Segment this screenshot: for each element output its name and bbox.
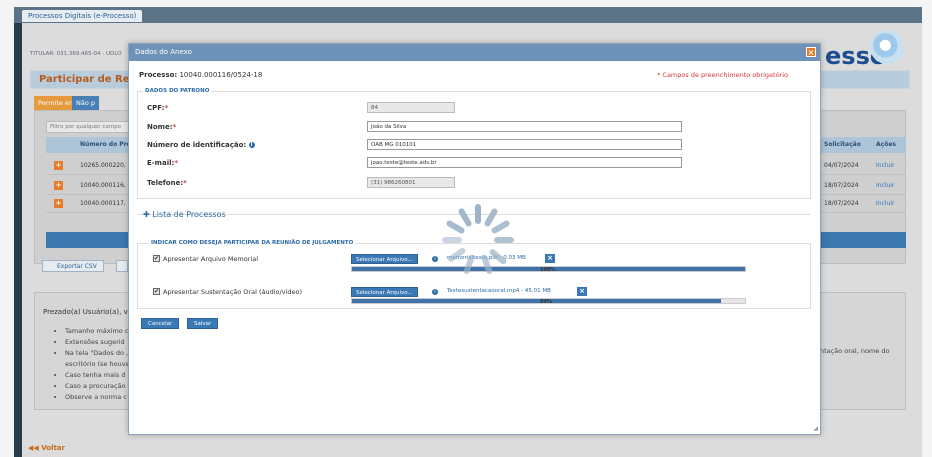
processo-label: Processo:	[139, 71, 178, 79]
list-item: Extensões sugerid	[65, 337, 130, 348]
telefone-label: Telefone:*	[147, 179, 187, 187]
tab-nao-permite[interactable]: Não p	[72, 96, 100, 110]
row-incluir-link[interactable]: Incluir	[876, 182, 894, 189]
row-number: 10040.000116,	[80, 182, 126, 189]
instructions-list: Tamanho máximo c Extensões sugerid Na te…	[65, 326, 130, 403]
cancel-button[interactable]: Cancelar	[141, 318, 180, 329]
instructions-side-text: ntação oral, nome do	[820, 347, 890, 355]
sustentacao-progress-fill	[352, 299, 722, 303]
cpf-field[interactable]: 84	[367, 102, 455, 113]
memorial-label: Apresentar Arquivo Memorial	[163, 255, 259, 263]
close-icon[interactable]: ×	[806, 47, 816, 57]
info-icon[interactable]: i	[248, 142, 255, 148]
select-memorial-button[interactable]: Selecionar Arquivo...	[351, 254, 418, 264]
processo-value: 10040.000116/0524-18	[179, 71, 263, 79]
expand-plus-icon[interactable]: +	[54, 181, 63, 190]
list-item: Caso a procuração	[65, 381, 130, 392]
email-field[interactable]: joao.teste@teste.adv.br	[367, 157, 682, 168]
delete-memorial-icon[interactable]: ×	[545, 254, 555, 263]
cpf-label: CPF:*	[147, 104, 169, 112]
expand-plus-icon[interactable]: +	[54, 199, 63, 208]
row-number: 10265.000220,	[80, 162, 126, 169]
header-numero: Número do Pro	[80, 141, 131, 148]
dialog-titlebar[interactable]: Dados do Anexo ×	[129, 44, 820, 61]
list-item: escritório (se houve	[65, 360, 130, 368]
lista-processos-label: Lista de Processos	[152, 210, 226, 219]
nome-field[interactable]: João da Silva	[367, 121, 682, 132]
memorial-checkbox[interactable]: ✔	[153, 255, 160, 262]
row-number: 10040.000117,	[80, 200, 126, 207]
voltar-link[interactable]: ◀◀ Voltar	[28, 444, 65, 452]
header-acoes: Ações	[876, 141, 896, 148]
email-label: E-mail:*	[147, 159, 178, 167]
sustentacao-checkbox[interactable]: ✔	[153, 288, 160, 295]
list-item: Observe a norma c	[65, 392, 130, 403]
info-icon[interactable]: i	[432, 289, 438, 295]
select-sustentacao-button[interactable]: Selecionar Arquivo...	[351, 287, 418, 297]
num-id-field[interactable]: OAB MG 010101	[367, 139, 682, 150]
row-date: 04/07/2024	[824, 162, 859, 169]
sustentacao-label: Apresentar Sustentação Oral (áudio/vídeo…	[163, 288, 302, 296]
browser-tab[interactable]: Processos Digitais (e-Processo)	[22, 10, 143, 22]
row-date: 18/07/2024	[824, 182, 859, 189]
instructions-greeting: Prezado(a) Usuário(a), vo	[43, 308, 133, 316]
sustentacao-file-name: Testesustentacaooral.mp4 - 45.01 MB	[447, 288, 551, 294]
telefone-field[interactable]: (31) 986260801	[367, 177, 455, 188]
row-date: 18/07/2024	[824, 200, 859, 207]
list-item: Caso tenha mais d	[65, 370, 130, 381]
row-incluir-link[interactable]: Incluir	[876, 162, 894, 169]
plus-icon: ✚	[143, 210, 150, 219]
titular-text: TITULAR: 031.369.465-04 - UOLO	[30, 51, 122, 57]
patrono-legend: DADOS DO PATRONO	[143, 88, 212, 94]
dialog-title: Dados do Anexo	[135, 48, 192, 56]
filter-input[interactable]: Filtro por qualquer campo	[46, 121, 136, 133]
row-incluir-link[interactable]: Incluir	[876, 200, 894, 207]
sustentacao-progress-text: 94%	[540, 299, 552, 305]
processo-line: Processo: 10040.000116/0524-18	[139, 71, 262, 79]
required-note: * Campos de preenchimento obrigatório	[657, 71, 788, 79]
list-item: Tamanho máximo c	[65, 326, 130, 337]
expand-plus-icon[interactable]: +	[54, 161, 63, 170]
delete-sustentacao-icon[interactable]: ×	[577, 287, 587, 296]
save-button[interactable]: Salvar	[187, 318, 219, 329]
header-solicitacao: Solicitação	[824, 141, 861, 148]
export-pdf-button[interactable]	[116, 260, 128, 272]
resize-handle-icon[interactable]: ◢	[813, 425, 818, 432]
voltar-label: Voltar	[41, 444, 65, 452]
nome-label: Nome:*	[147, 123, 177, 131]
loading-spinner-icon	[438, 200, 518, 280]
indicar-legend: INDICAR COMO DESEJA PARTICIPAR DA REUNIÃ…	[149, 240, 356, 246]
browser-tab-bar: Processos Digitais (e-Processo)	[14, 7, 922, 23]
memorial-progress-text: 100%	[540, 267, 556, 273]
export-csv-button[interactable]: Exportar CSV	[42, 260, 104, 272]
list-item: Na tela "Dados do ,	[65, 348, 130, 359]
num-id-label: Número de identificação: i	[147, 141, 255, 149]
logo-icon	[870, 30, 904, 64]
lista-processos-toggle[interactable]: ✚ Lista de Processos	[143, 210, 226, 219]
